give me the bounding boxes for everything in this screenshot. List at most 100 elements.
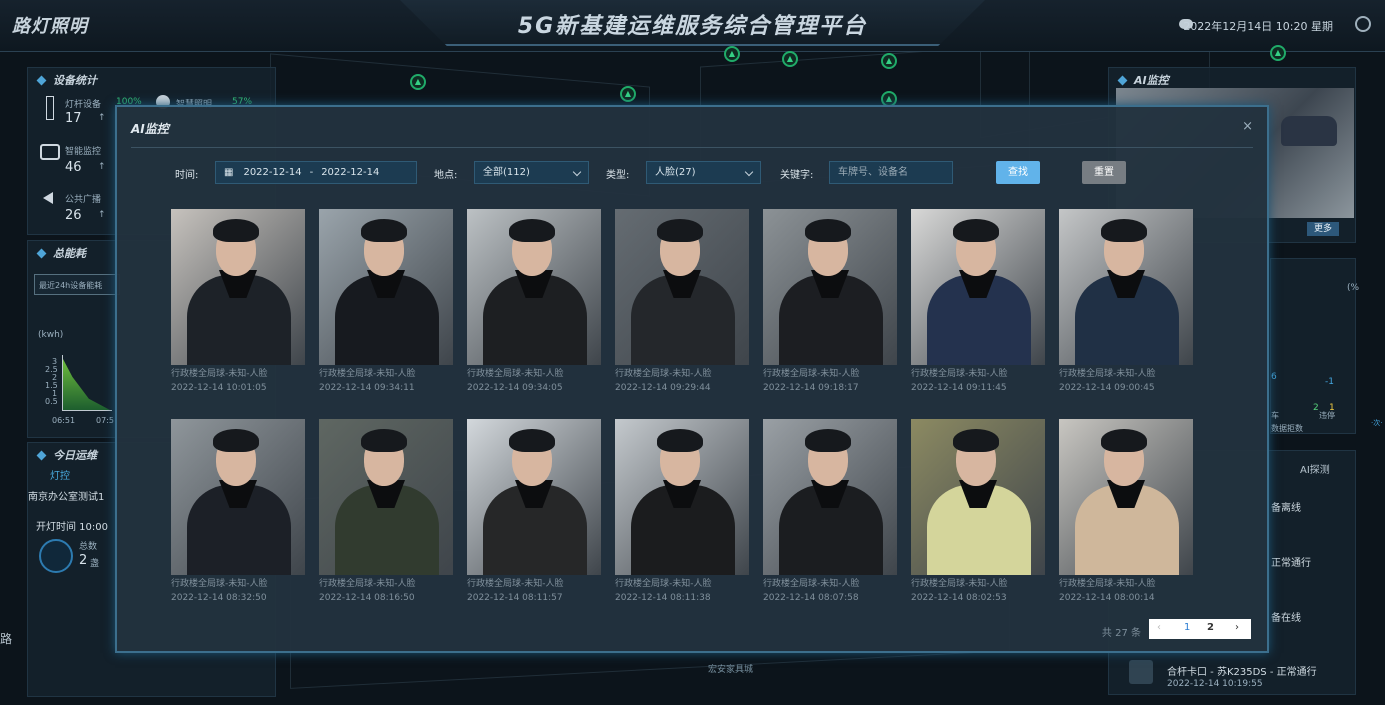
energy-range-select[interactable]: 最近24h设备能耗 xyxy=(34,274,120,295)
device-row-count: 17 xyxy=(65,111,82,126)
probe-item[interactable]: 备离线 xyxy=(1271,499,1301,514)
face-photo[interactable] xyxy=(467,419,601,575)
top-header: 路灯照明 5G新基建运维服务综合管理平台 2022年12月14日 10:20 星… xyxy=(0,0,1385,52)
page-2-button[interactable]: 2 xyxy=(1207,622,1214,633)
face-photo[interactable] xyxy=(763,419,897,575)
face-photo[interactable] xyxy=(763,209,897,365)
face-capture-caption: 行政楼全局球-未知-人脸 2022-12-14 09:18:17 xyxy=(763,367,897,395)
chart-value: -1 xyxy=(1325,377,1334,387)
face-capture-card[interactable]: 行政楼全局球-未知-人脸 2022-12-14 09:29:44 xyxy=(615,209,749,399)
face-capture-source: 行政楼全局球-未知-人脸 xyxy=(171,369,268,379)
face-photo[interactable] xyxy=(1059,419,1193,575)
face-photo[interactable] xyxy=(615,419,749,575)
map-marker-icon[interactable]: ▲ xyxy=(410,74,426,90)
face-capture-source: 行政楼全局球-未知-人脸 xyxy=(319,369,416,379)
time-label: 时间: xyxy=(175,170,199,181)
face-capture-card[interactable]: 行政楼全局球-未知-人脸 2022-12-14 09:11:45 xyxy=(911,209,1045,399)
type-label: 类型: xyxy=(606,170,630,181)
chevron-left-icon[interactable]: ‹ xyxy=(1157,622,1161,633)
chevron-right-icon[interactable]: › xyxy=(1235,622,1239,633)
face-capture-caption: 行政楼全局球-未知-人脸 2022-12-14 08:11:38 xyxy=(615,577,749,605)
place-select[interactable]: 全部(112) xyxy=(474,161,589,184)
device-row-count: 46 xyxy=(65,160,82,175)
face-capture-card[interactable]: 行政楼全局球-未知-人脸 2022-12-14 08:02:53 xyxy=(911,419,1045,609)
platform-title-banner: 5G新基建运维服务综合管理平台 xyxy=(400,0,985,46)
face-photo[interactable] xyxy=(467,209,601,365)
face-capture-card[interactable]: 行政楼全局球-未知-人脸 2022-12-14 09:18:17 xyxy=(763,209,897,399)
face-capture-time: 2022-12-14 08:02:53 xyxy=(911,593,1007,603)
lamp-pole-icon xyxy=(46,96,54,120)
close-icon[interactable]: × xyxy=(1242,119,1253,134)
map-marker-icon[interactable]: ▲ xyxy=(782,51,798,67)
chart-axis-label: 违停 xyxy=(1319,411,1335,420)
face-photo[interactable] xyxy=(911,419,1045,575)
face-capture-card[interactable]: 行政楼全局球-未知-人脸 2022-12-14 09:34:11 xyxy=(319,209,453,399)
map-marker-icon[interactable]: ▲ xyxy=(620,86,636,102)
probe-item[interactable]: 备在线 xyxy=(1271,609,1301,624)
user-icon[interactable] xyxy=(1355,16,1371,32)
person-hair xyxy=(213,219,259,242)
face-capture-time: 2022-12-14 09:34:05 xyxy=(467,383,563,393)
ai-monitor-title: AI监控 xyxy=(1119,72,1169,88)
face-capture-card[interactable]: 行政楼全局球-未知-人脸 2022-12-14 08:07:58 xyxy=(763,419,897,609)
person-hair xyxy=(805,429,851,452)
car-image xyxy=(1281,116,1337,146)
face-capture-source: 行政楼全局球-未知-人脸 xyxy=(911,579,1008,589)
face-capture-source: 行政楼全局球-未知-人脸 xyxy=(763,579,860,589)
person-hair xyxy=(213,429,259,452)
face-photo[interactable] xyxy=(1059,209,1193,365)
device-row-count: 26 xyxy=(65,208,82,223)
total-value: 2 xyxy=(79,553,88,568)
face-capture-card[interactable]: 行政楼全局球-未知-人脸 2022-12-14 08:32:50 xyxy=(171,419,305,609)
face-capture-card[interactable]: 行政楼全局球-未知-人脸 2022-12-14 08:16:50 xyxy=(319,419,453,609)
face-photo[interactable] xyxy=(171,209,305,365)
face-photo[interactable] xyxy=(615,209,749,365)
page-1-button[interactable]: 1 xyxy=(1184,622,1190,633)
map-marker-icon[interactable]: ▲ xyxy=(1270,45,1286,61)
face-capture-caption: 行政楼全局球-未知-人脸 2022-12-14 09:00:45 xyxy=(1059,367,1193,395)
ai-probe-tab[interactable]: AI探测 xyxy=(1300,461,1330,476)
keyword-input[interactable]: 车牌号、设备名 xyxy=(829,161,953,184)
brand-title: 路灯照明 xyxy=(12,16,88,37)
face-capture-source: 行政楼全局球-未知-人脸 xyxy=(1059,369,1156,379)
face-capture-time: 2022-12-14 08:11:38 xyxy=(615,593,711,603)
face-capture-source: 行政楼全局球-未知-人脸 xyxy=(1059,579,1156,589)
face-capture-caption: 行政楼全局球-未知-人脸 2022-12-14 09:34:11 xyxy=(319,367,453,395)
energy-x-tick: 07:5 xyxy=(96,416,114,425)
energy-unit: (kwh) xyxy=(38,330,64,340)
current-datetime: 2022年12月14日 10:20 星期 xyxy=(1183,20,1333,33)
keyword-label: 关键字: xyxy=(780,170,814,181)
date-range-input[interactable]: ▦ 2022-12-14-2022-12-14 xyxy=(215,161,417,184)
chevron-down-icon xyxy=(744,167,754,177)
face-capture-card[interactable]: 行政楼全局球-未知-人脸 2022-12-14 08:11:38 xyxy=(615,419,749,609)
probe-item[interactable]: 正常通行 xyxy=(1271,554,1311,569)
face-capture-source: 行政楼全局球-未知-人脸 xyxy=(467,579,564,589)
face-capture-card[interactable]: 行政楼全局球-未知-人脸 2022-12-14 08:00:14 xyxy=(1059,419,1193,609)
type-select[interactable]: 人脸(27) xyxy=(646,161,761,184)
date-to: 2022-12-14 xyxy=(321,167,380,178)
type-value: 人脸(27) xyxy=(655,167,696,178)
energy-title: 总能耗 xyxy=(38,245,86,261)
reset-button[interactable]: 重置 xyxy=(1082,161,1126,184)
calendar-icon: ▦ xyxy=(224,167,234,178)
face-photo[interactable] xyxy=(171,419,305,575)
search-button[interactable]: 查找 xyxy=(996,161,1040,184)
face-capture-card[interactable]: 行政楼全局球-未知-人脸 2022-12-14 09:34:05 xyxy=(467,209,601,399)
face-photo[interactable] xyxy=(911,209,1045,365)
face-capture-card[interactable]: 行政楼全局球-未知-人脸 2022-12-14 10:01:05 xyxy=(171,209,305,399)
energy-range-value: 最近24h设备能耗 xyxy=(39,281,103,290)
face-photo[interactable] xyxy=(319,209,453,365)
face-capture-card[interactable]: 行政楼全局球-未知-人脸 2022-12-14 09:00:45 xyxy=(1059,209,1193,399)
face-capture-source: 行政楼全局球-未知-人脸 xyxy=(763,369,860,379)
more-button[interactable]: 更多 xyxy=(1307,222,1339,236)
tab-light-control[interactable]: 灯控 xyxy=(50,467,70,482)
face-capture-time: 2022-12-14 09:11:45 xyxy=(911,383,1007,393)
map-marker-icon[interactable]: ▲ xyxy=(724,46,740,62)
platform-title: 5G新基建运维服务综合管理平台 xyxy=(517,14,868,39)
map-marker-icon[interactable]: ▲ xyxy=(881,53,897,69)
face-capture-card[interactable]: 行政楼全局球-未知-人脸 2022-12-14 08:11:57 xyxy=(467,419,601,609)
chart-axis-label: 数据拒数 xyxy=(1271,424,1303,433)
probe-last-item[interactable]: 合杆卡口 - 苏K235DS - 正常通行 xyxy=(1167,663,1317,678)
face-capture-caption: 行政楼全局球-未知-人脸 2022-12-14 08:02:53 xyxy=(911,577,1045,605)
face-photo[interactable] xyxy=(319,419,453,575)
